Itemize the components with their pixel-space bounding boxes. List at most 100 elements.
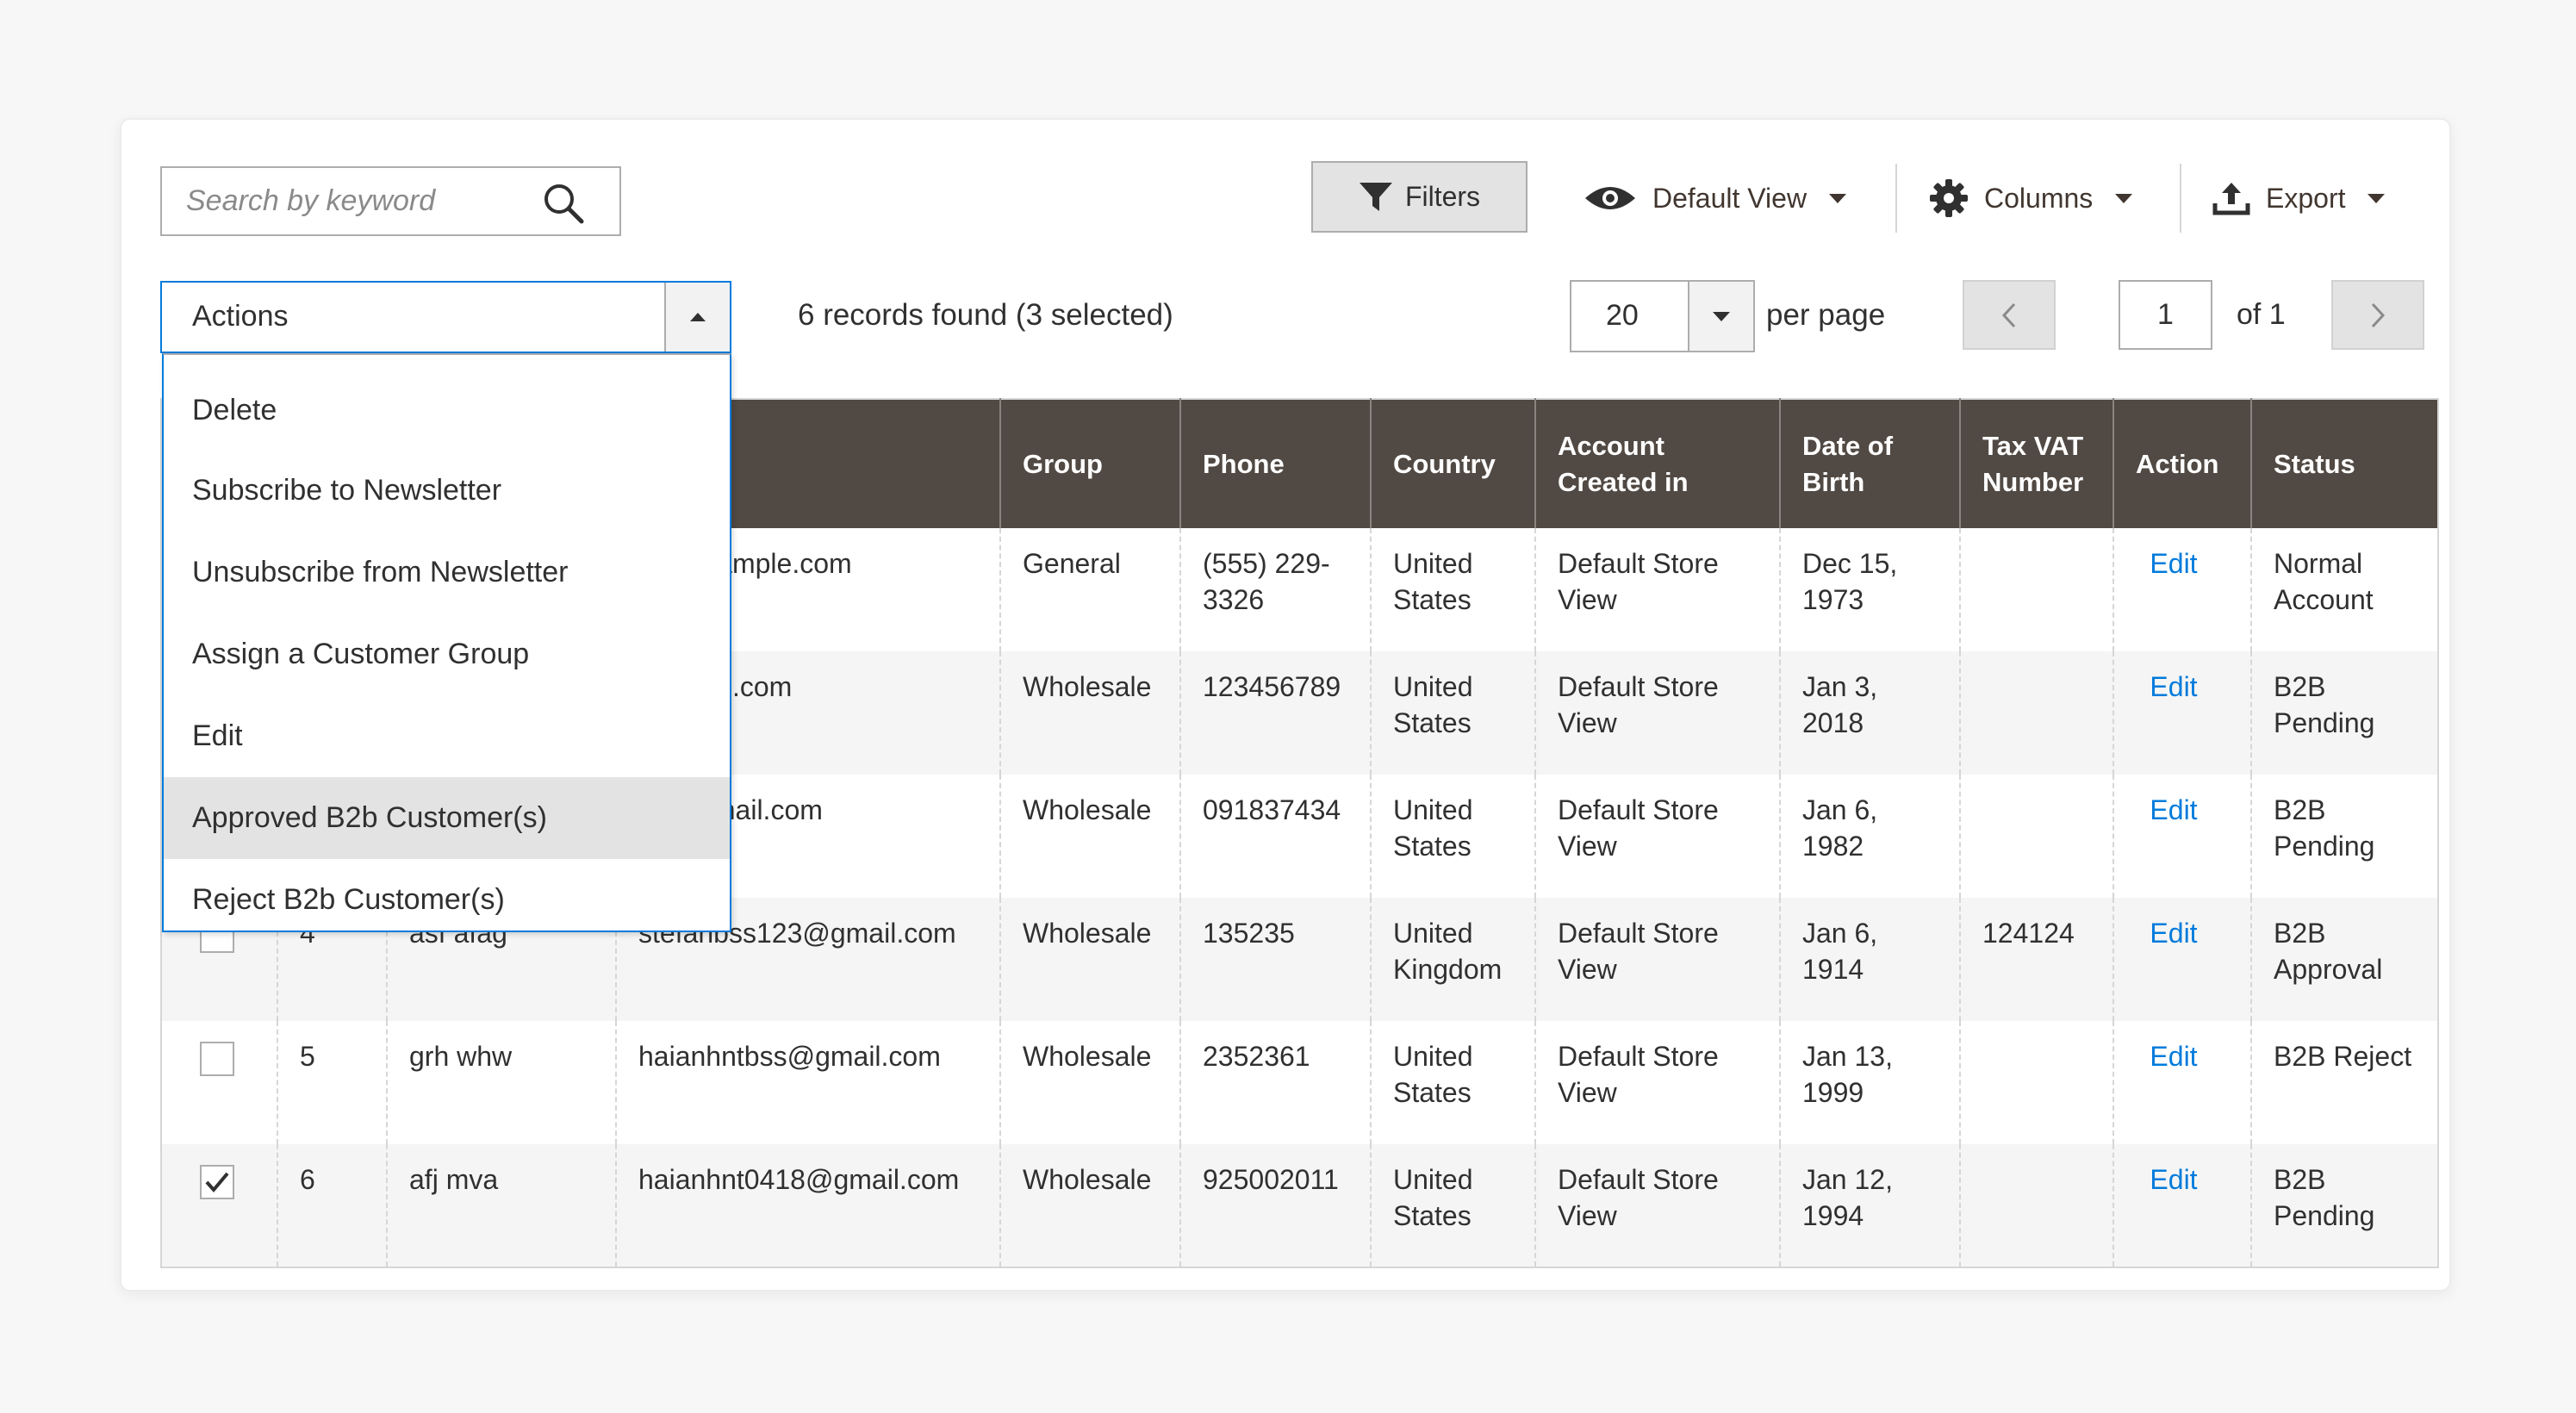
column-header-phone[interactable]: Phone (1179, 399, 1371, 528)
customer-group: Wholesale (999, 1021, 1180, 1144)
customer-country: United States (1370, 528, 1535, 651)
account-created-in: Default Store View (1534, 898, 1780, 1021)
chevron-down-icon (1829, 193, 1847, 203)
edit-link[interactable]: Edit (2112, 1021, 2251, 1144)
tax-vat-number (1959, 528, 2113, 651)
export-label: Export (2266, 182, 2346, 214)
column-header-action[interactable]: Action (2112, 399, 2251, 528)
customer-phone: 091837434 (1179, 775, 1371, 898)
column-header-status[interactable]: Status (2250, 399, 2438, 528)
per-page-select[interactable]: 20 (1570, 280, 1755, 352)
customer-status: B2B Pending (2250, 775, 2438, 898)
filters-label: Filters (1404, 181, 1481, 212)
column-header-country[interactable]: Country (1370, 399, 1535, 528)
mass-actions-toggle[interactable] (664, 283, 730, 352)
per-page-toggle[interactable] (1688, 282, 1753, 351)
customer-phone: 135235 (1179, 898, 1371, 1021)
previous-page-button[interactable] (1963, 280, 2056, 350)
next-page-button[interactable] (2331, 280, 2424, 350)
table-row[interactable]: 5 grh whw haianhntbss@gmail.com Wholesale 23… (161, 1021, 2438, 1144)
column-header-tax-vat-number[interactable]: Tax VAT Number (1959, 399, 2113, 528)
customer-status: B2B Pending (2250, 651, 2438, 775)
date-of-birth: Jan 3, 2018 (1779, 651, 1960, 775)
column-header-date-of-birth[interactable]: Date of Birth (1779, 399, 1960, 528)
date-of-birth: Dec 15, 1973 (1779, 528, 1960, 651)
eye-icon (1585, 187, 1635, 209)
account-created-in: Default Store View (1534, 775, 1780, 898)
per-page-label: per page (1766, 298, 1886, 332)
customer-group: General (999, 528, 1180, 651)
account-created-in: Default Store View (1534, 651, 1780, 775)
customer-phone: (555) 229-3326 (1179, 528, 1371, 651)
row-checkbox[interactable] (200, 1042, 234, 1076)
tax-vat-number (1959, 1021, 2113, 1144)
customer-status: B2B Approval (2250, 898, 2438, 1021)
column-header-group[interactable]: Group (999, 399, 1180, 528)
edit-link[interactable]: Edit (2112, 775, 2251, 898)
default-view-dropdown[interactable]: Default View (1584, 164, 1847, 233)
chevron-left-icon (2001, 302, 2016, 327)
edit-link[interactable]: Edit (2112, 1144, 2251, 1267)
filters-button[interactable]: Filters (1311, 161, 1528, 233)
menu-item-subscribe-to-newsletter[interactable]: Subscribe to Newsletter (164, 450, 730, 532)
checkmark-icon (205, 1172, 229, 1193)
customer-status: Normal Account (2250, 528, 2438, 651)
customer-group: Wholesale (999, 1144, 1180, 1267)
customer-country: United States (1370, 1021, 1535, 1144)
edit-link[interactable]: Edit (2112, 651, 2251, 775)
column-header-account-created-in[interactable]: Account Created in (1534, 399, 1780, 528)
chevron-right-icon (2371, 302, 2386, 327)
current-page-input[interactable] (2119, 280, 2212, 350)
chevron-down-icon (2115, 193, 2133, 203)
customer-status: B2B Reject (2250, 1021, 2438, 1144)
chevron-up-icon (690, 313, 706, 321)
customer-group: Wholesale (999, 898, 1180, 1021)
table-row[interactable]: 6 afj mva haianhnt0418@gmail.com Wholesale 9… (161, 1144, 2438, 1267)
menu-item-delete[interactable]: Delete (164, 355, 730, 450)
customer-country: United States (1370, 1144, 1535, 1267)
customer-phone: 123456789 (1179, 651, 1371, 775)
upload-icon (2212, 183, 2250, 215)
mass-actions-menu: Delete Subscribe to Newsletter Unsubscribe… (162, 353, 731, 932)
default-view-label: Default View (1652, 182, 1808, 214)
chevron-down-icon (2368, 193, 2386, 203)
date-of-birth: Jan 13, 1999 (1779, 1021, 1960, 1144)
columns-dropdown[interactable]: Columns (1929, 164, 2133, 233)
customer-email: haianhnt0418@gmail.com (615, 1144, 1000, 1267)
customer-phone: 925002011 (1179, 1144, 1371, 1267)
edit-link[interactable]: Edit (2112, 528, 2251, 651)
menu-item-edit[interactable]: Edit (164, 695, 730, 777)
search-input[interactable] (162, 168, 524, 234)
per-page-value: 20 (1606, 299, 1639, 332)
chevron-down-icon (1713, 311, 1730, 321)
customer-name: afj mva (386, 1144, 616, 1267)
customer-country: United States (1370, 775, 1535, 898)
funnel-icon (1359, 182, 1392, 211)
export-dropdown[interactable]: Export (2212, 164, 2386, 233)
toolbar-divider (1895, 164, 1897, 233)
search-icon[interactable] (542, 182, 585, 225)
tax-vat-number (1959, 775, 2113, 898)
menu-item-assign-a-customer-group[interactable]: Assign a Customer Group (164, 613, 730, 695)
tax-vat-number (1959, 1144, 2113, 1267)
date-of-birth: Jan 6, 1982 (1779, 775, 1960, 898)
menu-item-reject-b2b-customer-s[interactable]: Reject B2b Customer(s) (164, 859, 730, 941)
customer-status: B2B Pending (2250, 1144, 2438, 1267)
total-pages-text: of 1 (2237, 298, 2286, 331)
edit-link[interactable]: Edit (2112, 898, 2251, 1021)
customer-group: Wholesale (999, 651, 1180, 775)
menu-item-approved-b2b-customer-s[interactable]: Approved B2b Customer(s) (164, 777, 730, 859)
customer-phone: 2352361 (1179, 1021, 1371, 1144)
gear-icon (1930, 179, 1968, 217)
menu-item-unsubscribe-from-newsletter[interactable]: Unsubscribe from Newsletter (164, 532, 730, 613)
account-created-in: Default Store View (1534, 1021, 1780, 1144)
row-checkbox[interactable] (200, 1165, 234, 1199)
account-created-in: Default Store View (1534, 1144, 1780, 1267)
tax-vat-number (1959, 651, 2113, 775)
row-select-cell (161, 1144, 277, 1267)
row-id: 5 (277, 1021, 387, 1144)
customer-country: United States (1370, 651, 1535, 775)
customer-name: grh whw (386, 1021, 616, 1144)
date-of-birth: Jan 12, 1994 (1779, 1144, 1960, 1267)
mass-actions-select[interactable]: Actions (160, 281, 731, 353)
